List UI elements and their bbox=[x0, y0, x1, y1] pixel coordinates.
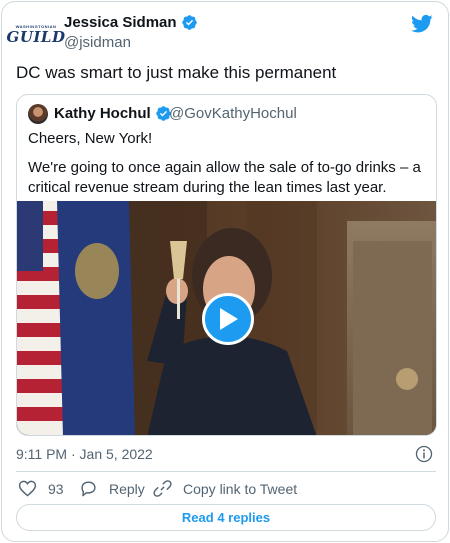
quoted-name[interactable]: Kathy Hochul bbox=[54, 105, 172, 122]
copy-link-label: Copy link to Tweet bbox=[183, 480, 298, 497]
verified-icon bbox=[181, 15, 197, 30]
heart-icon bbox=[18, 480, 37, 497]
read-replies-label: Read 4 replies bbox=[181, 510, 271, 525]
author-name[interactable]: Jessica Sidman bbox=[64, 14, 198, 31]
tweet-text: DC was smart to just make this permanent bbox=[16, 63, 337, 82]
quoted-tweet[interactable]: Kathy Hochul @GovKathyHochul Cheers, New… bbox=[16, 94, 437, 436]
divider bbox=[16, 471, 436, 472]
link-icon bbox=[153, 480, 172, 497]
tweet-card: WASHINGTONIAN GUILD Jessica Sidman @jsid… bbox=[1, 1, 449, 542]
author-avatar[interactable]: WASHINGTONIAN GUILD bbox=[7, 14, 65, 54]
quoted-avatar[interactable] bbox=[28, 104, 48, 124]
quoted-text-body: We're going to once again allow the sale… bbox=[28, 159, 421, 196]
play-button[interactable] bbox=[202, 293, 254, 345]
copy-link-button[interactable]: Copy link to Tweet bbox=[153, 479, 297, 498]
reply-label: Reply bbox=[109, 480, 145, 497]
like-count: 93 bbox=[48, 480, 64, 497]
reply-icon bbox=[81, 481, 96, 497]
like-button[interactable]: 93 bbox=[18, 479, 64, 498]
read-replies-button[interactable]: Read 4 replies bbox=[16, 504, 436, 531]
play-icon bbox=[220, 308, 238, 330]
reply-button[interactable]: Reply bbox=[79, 479, 145, 498]
twitter-logo-icon[interactable] bbox=[411, 14, 433, 34]
video-thumbnail[interactable] bbox=[17, 201, 436, 435]
quoted-name-text: Kathy Hochul bbox=[54, 105, 151, 122]
tweet-timestamp[interactable]: 9:11 PM · Jan 5, 2022 bbox=[16, 446, 153, 462]
avatar-big-text: GUILD bbox=[6, 27, 66, 46]
quoted-text-line1: Cheers, New York! bbox=[28, 130, 153, 147]
author-handle[interactable]: @jsidman bbox=[64, 34, 131, 51]
info-icon[interactable] bbox=[415, 445, 433, 463]
quoted-handle[interactable]: @GovKathyHochul bbox=[169, 105, 297, 122]
author-name-text: Jessica Sidman bbox=[64, 14, 177, 31]
